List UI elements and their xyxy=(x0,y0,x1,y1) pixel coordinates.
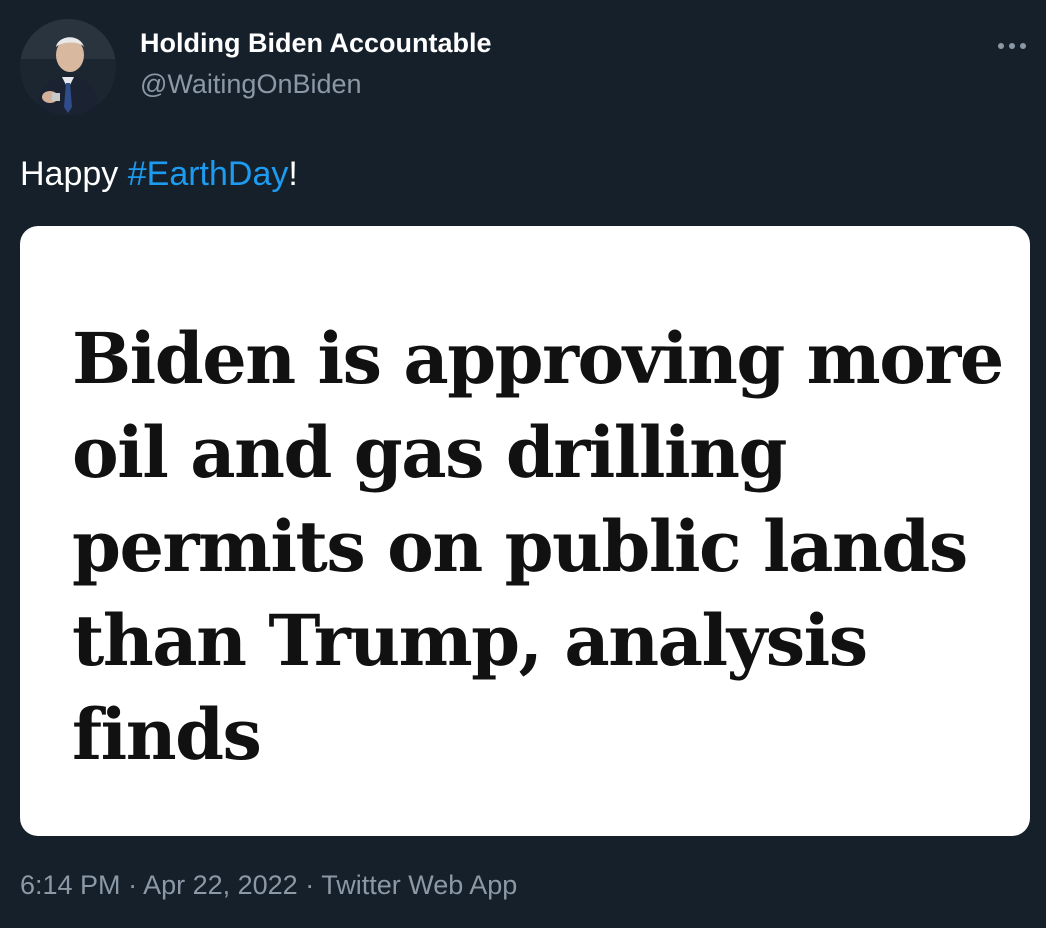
more-horizontal-icon xyxy=(998,43,1026,49)
headline-line: finds xyxy=(72,693,262,776)
tweet-metadata: 6:14 PM · Apr 22, 2022 · Twitter Web App xyxy=(20,870,517,901)
timestamp-date[interactable]: Apr 22, 2022 xyxy=(143,870,298,900)
tweet-source[interactable]: Twitter Web App xyxy=(321,870,517,900)
headline-line: permits on public lands xyxy=(72,505,968,588)
meta-separator: · xyxy=(297,870,322,900)
profile-photo xyxy=(20,19,116,115)
meta-separator: · xyxy=(120,870,144,900)
headline-line: oil and gas drilling xyxy=(72,411,787,494)
headline-line: Biden is approving more xyxy=(72,317,1004,400)
author-handle[interactable]: @WaitingOnBiden xyxy=(140,69,362,100)
hashtag-link[interactable]: #EarthDay xyxy=(128,155,289,193)
headline-line: than Trump, analysis xyxy=(72,599,868,682)
more-options-button[interactable] xyxy=(990,28,1034,64)
author-name[interactable]: Holding Biden Accountable xyxy=(140,28,492,59)
timestamp-time[interactable]: 6:14 PM xyxy=(20,870,121,900)
avatar[interactable] xyxy=(20,19,116,115)
headline-image-text: Biden is approving more oil and gas dril… xyxy=(72,312,1004,782)
tweet-text-after: ! xyxy=(288,155,298,193)
tweet: Holding Biden Accountable @WaitingOnBide… xyxy=(0,0,1046,928)
tweet-text-before: Happy xyxy=(20,155,128,193)
tweet-text: Happy #EarthDay! xyxy=(20,152,298,196)
media-image[interactable]: Biden is approving more oil and gas dril… xyxy=(20,226,1030,836)
